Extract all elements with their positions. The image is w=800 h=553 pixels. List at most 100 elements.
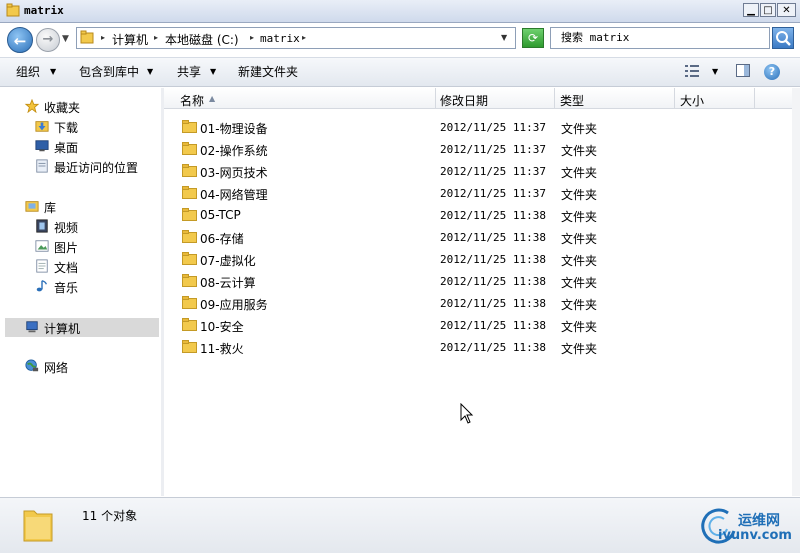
new-folder-button[interactable]: 新建文件夹 — [238, 63, 298, 80]
breadcrumb-separator[interactable]: ▸ — [250, 33, 254, 42]
maximize-icon: □ — [763, 5, 773, 16]
file-name[interactable]: 02-操作系统 — [200, 142, 268, 159]
file-name[interactable]: 11-救火 — [200, 340, 244, 357]
file-date: 2012/11/25 11:38 — [440, 231, 546, 244]
column-divider[interactable] — [435, 88, 436, 109]
star-icon — [24, 99, 40, 113]
file-name[interactable]: 03-网页技术 — [200, 164, 268, 181]
breadcrumb-separator[interactable]: ▸ — [154, 33, 158, 42]
nav-documents[interactable]: 文档 — [54, 259, 78, 276]
refresh-button[interactable]: ⟳ — [522, 28, 544, 48]
folder-icon — [182, 318, 197, 331]
nav-favorites[interactable]: 收藏夹 — [44, 99, 80, 116]
column-divider[interactable] — [554, 88, 555, 109]
search-input[interactable]: 搜索 matrix — [550, 27, 770, 49]
column-header-size[interactable]: 大小 — [680, 92, 704, 109]
computer-icon — [26, 321, 38, 333]
nav-pictures[interactable]: 图片 — [54, 239, 78, 256]
breadcrumb-separator[interactable]: ▸ — [302, 33, 306, 42]
breadcrumb-matrix[interactable]: matrix — [260, 32, 300, 45]
view-options-icon[interactable] — [685, 65, 699, 77]
share-button[interactable]: 共享 — [177, 63, 201, 80]
recent-places-icon — [36, 159, 48, 173]
chevron-down-icon: ▼ — [147, 67, 154, 76]
window-title: matrix — [24, 4, 64, 17]
arrow-right-icon: → — [42, 32, 54, 47]
folder-icon — [182, 252, 197, 265]
column-header-name[interactable]: 名称 — [180, 92, 204, 109]
file-name[interactable]: 06-存储 — [200, 230, 244, 247]
network-icon — [25, 359, 39, 372]
column-divider[interactable] — [754, 88, 755, 109]
column-header-type[interactable]: 类型 — [560, 92, 584, 109]
include-in-library-button[interactable]: 包含到库中 — [79, 63, 139, 80]
maximize-button[interactable]: □ — [760, 3, 776, 17]
preview-pane-icon[interactable] — [736, 64, 750, 77]
folder-icon — [80, 30, 94, 44]
nav-recent-places[interactable]: 最近访问的位置 — [54, 159, 138, 176]
back-button[interactable]: ← — [7, 27, 33, 53]
minimize-icon: ▁ — [747, 5, 755, 16]
file-name[interactable]: 07-虚拟化 — [200, 252, 256, 269]
file-date: 2012/11/25 11:38 — [440, 341, 546, 354]
forward-button[interactable]: → — [36, 28, 60, 52]
address-dropdown[interactable]: ▼ — [501, 33, 507, 42]
minimize-button[interactable]: ▁ — [743, 3, 759, 17]
vertical-scrollbar[interactable] — [792, 88, 800, 496]
video-icon — [36, 219, 48, 233]
organize-button[interactable]: 组织 — [16, 63, 40, 80]
search-button[interactable] — [772, 27, 794, 49]
folder-icon — [6, 3, 20, 17]
breadcrumb-drive[interactable]: 本地磁盘 (C:) — [165, 31, 239, 48]
file-name[interactable]: 04-网络管理 — [200, 186, 268, 203]
breadcrumb-separator[interactable]: ▸ — [101, 33, 105, 42]
sort-ascending-icon: ▲ — [209, 94, 216, 103]
folder-icon — [182, 274, 197, 287]
nav-downloads[interactable]: 下载 — [54, 119, 78, 136]
breadcrumb-computer[interactable]: 计算机 — [112, 31, 148, 48]
nav-videos[interactable]: 视频 — [54, 219, 78, 236]
file-type: 文件夹 — [561, 342, 598, 356]
folder-icon — [23, 510, 53, 542]
help-icon[interactable]: ? — [764, 64, 780, 80]
column-divider[interactable] — [674, 88, 675, 109]
nav-libraries[interactable]: 库 — [44, 199, 56, 216]
item-count: 11 个对象 — [82, 509, 138, 523]
column-header-date[interactable]: 修改日期 — [440, 92, 488, 109]
nav-computer[interactable]: 计算机 — [44, 320, 80, 337]
chevron-down-icon[interactable]: ▼ — [712, 67, 718, 76]
recent-pages-dropdown[interactable]: ▼ — [62, 34, 69, 44]
file-name[interactable]: 01-物理设备 — [200, 120, 268, 137]
file-type: 文件夹 — [561, 298, 598, 312]
file-date: 2012/11/25 11:38 — [440, 297, 546, 310]
file-name[interactable]: 05-TCP — [200, 208, 241, 222]
watermark-cn: 运维网 — [738, 513, 780, 529]
folder-icon — [182, 142, 197, 155]
search-placeholder: 搜索 matrix — [561, 31, 630, 44]
folder-icon — [182, 186, 197, 199]
arrow-left-icon: ← — [13, 32, 27, 50]
file-date: 2012/11/25 11:38 — [440, 253, 546, 266]
chevron-down-icon: ▼ — [50, 67, 57, 76]
music-icon — [36, 280, 48, 292]
close-button[interactable]: ✕ — [777, 3, 796, 17]
nav-music[interactable]: 音乐 — [54, 279, 78, 296]
watermark-en: iyunv.com — [718, 528, 792, 543]
nav-network[interactable]: 网络 — [44, 359, 68, 376]
file-type: 文件夹 — [561, 122, 598, 136]
file-date: 2012/11/25 11:37 — [440, 121, 546, 134]
navigation-pane — [0, 88, 162, 496]
file-type: 文件夹 — [561, 320, 598, 334]
file-date: 2012/11/25 11:38 — [440, 209, 546, 222]
title-bar — [0, 0, 800, 23]
file-type: 文件夹 — [561, 144, 598, 158]
file-name[interactable]: 09-应用服务 — [200, 296, 268, 313]
folder-icon — [182, 230, 197, 243]
desktop-icon — [35, 140, 49, 152]
file-date: 2012/11/25 11:38 — [440, 319, 546, 332]
file-date: 2012/11/25 11:37 — [440, 165, 546, 178]
folder-icon — [182, 164, 197, 177]
file-name[interactable]: 08-云计算 — [200, 274, 256, 291]
file-name[interactable]: 10-安全 — [200, 318, 244, 335]
nav-desktop[interactable]: 桌面 — [54, 139, 78, 156]
